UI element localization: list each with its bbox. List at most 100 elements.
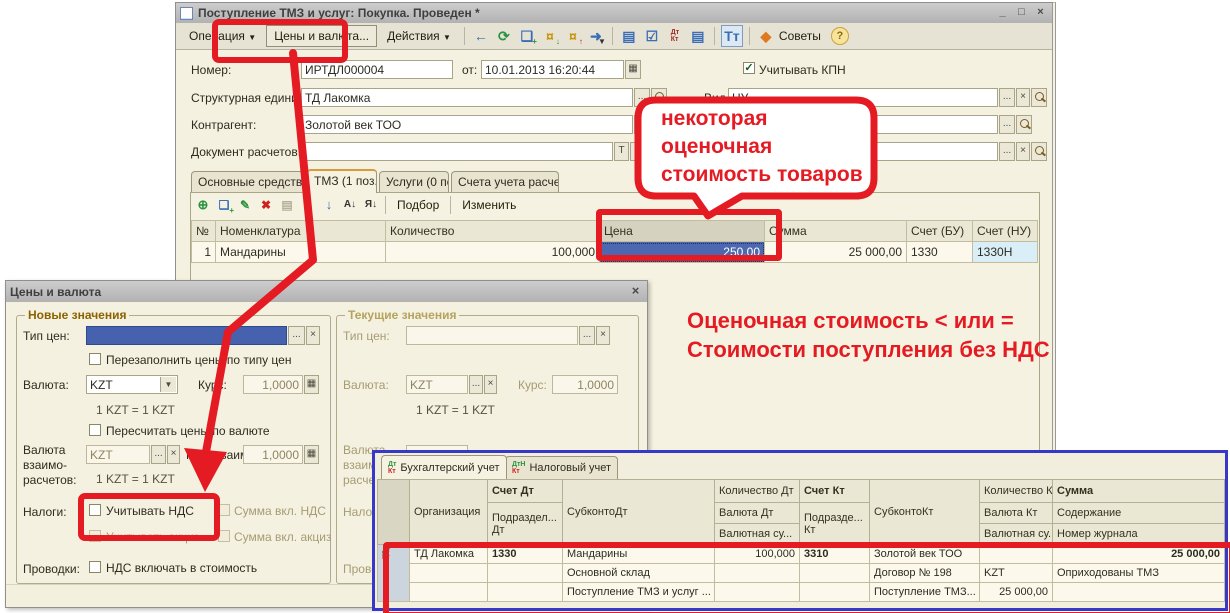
main-window-titlebar[interactable]: Поступление ТМЗ и услуг: Покупка. Провед… (176, 3, 1052, 23)
dtkt-postings-icon[interactable]: ДтКт (665, 26, 685, 46)
checklist-icon[interactable]: ☑ (642, 26, 662, 46)
tab-fixed-assets[interactable]: Основные средства (0 поз.) (191, 171, 305, 193)
structural-unit-field[interactable]: ТД Лакомка (301, 88, 633, 107)
copy-document-icon[interactable]: ❏+ (517, 26, 537, 46)
ellipsis-button[interactable]: ... (999, 88, 1015, 107)
add-row-icon[interactable]: ⊕ (193, 195, 213, 215)
cell-debit-cur-sum[interactable] (715, 583, 800, 602)
cell-nu[interactable]: 1330Н (973, 242, 1038, 263)
cell-credit-subconto3[interactable]: Поступление ТМЗ... (870, 583, 980, 602)
refresh-icon[interactable]: ⟳ (494, 26, 514, 46)
nu-kind-field[interactable]: НУ (728, 88, 998, 107)
sort-asc-icon[interactable]: А↓ (340, 195, 360, 215)
ellipsis-button[interactable]: ... (634, 88, 650, 107)
cell-debit-currency[interactable] (715, 564, 800, 583)
cell-credit-account[interactable]: 3310 (800, 545, 870, 564)
post-document-icon[interactable]: ← (471, 26, 491, 46)
cell-qty[interactable]: 100,000 (386, 242, 600, 263)
clear-icon[interactable]: × (1016, 88, 1030, 107)
cell-price-selected[interactable]: 250,00 (600, 242, 765, 263)
cell-credit-currency[interactable]: KZT (980, 564, 1053, 583)
type-button[interactable]: T (614, 142, 629, 161)
number-field[interactable]: ИРТДЛ000004 (301, 60, 453, 79)
close-button[interactable]: × (1033, 6, 1048, 20)
cell-sum1[interactable]: 25 000,00 (1053, 545, 1225, 564)
vat-in-cost-checkbox[interactable] (89, 561, 101, 573)
cell-debit-account[interactable]: 1330 (488, 545, 563, 564)
search-icon[interactable] (651, 115, 667, 134)
cell-credit-subconto2[interactable]: Договор № 198 (870, 564, 980, 583)
cell-debit-subconto3[interactable]: Поступление ТМЗ и услуг ... (563, 583, 715, 602)
cell-org2[interactable] (410, 564, 488, 583)
col-item[interactable]: Номенклатура (216, 221, 386, 242)
go-to-icon[interactable]: ➜▼ (586, 26, 606, 46)
calculator-icon[interactable]: ▦ (304, 445, 319, 464)
cell-num[interactable]: 1 (192, 242, 216, 263)
mutual-currency-combo[interactable]: KZT (86, 445, 150, 464)
prices-currency-button[interactable]: Цены и валюта... (266, 25, 377, 47)
cell-credit-qty3[interactable]: 25 000,00 (980, 583, 1053, 602)
search-icon[interactable] (1031, 142, 1047, 161)
tab-accounting[interactable]: ДтКт Бухгалтерский учет (381, 455, 507, 479)
tips-button[interactable]: Советы (779, 26, 828, 46)
cell-item[interactable]: Мандарины (216, 242, 386, 263)
ellipsis-button[interactable]: ... (999, 142, 1015, 161)
tab-tax[interactable]: ДтНКт Налоговый учет (505, 456, 618, 479)
calculator-icon[interactable]: ▦ (304, 375, 319, 394)
report-icon[interactable]: ▤ (688, 26, 708, 46)
pick-button[interactable]: Подбор (390, 195, 446, 215)
actions-menu[interactable]: Действия ▼ (380, 26, 458, 46)
clear-icon[interactable]: × (306, 326, 320, 345)
list-settings-icon[interactable]: ▤ (619, 26, 639, 46)
cell-debit-subconto2[interactable]: Основной склад (563, 564, 715, 583)
price-type-field[interactable] (86, 326, 287, 345)
sort-desc-icon[interactable]: Я↓ (361, 195, 381, 215)
operation-menu[interactable]: Операция ▼ (182, 26, 263, 46)
cell-credit-qty1[interactable] (980, 545, 1053, 564)
change-button[interactable]: Изменить (455, 195, 523, 215)
cell-debit-acc3[interactable] (488, 583, 563, 602)
posting-row-icon[interactable]: ДтКт (378, 545, 410, 602)
cell-credit-department[interactable] (800, 564, 870, 583)
cell-credit-subconto1[interactable]: Золотой век ТОО (870, 545, 980, 564)
ellipsis-button[interactable]: ... (634, 115, 650, 134)
contractor-field[interactable]: Золотой век ТОО (301, 115, 633, 134)
edit-row-icon[interactable]: ✎ (235, 195, 255, 215)
settlement-doc-field[interactable] (301, 142, 613, 161)
copy-row-icon[interactable]: ❏+ (214, 195, 234, 215)
cell-debit-department[interactable] (488, 564, 563, 583)
dialog-close-button[interactable]: × (628, 285, 643, 299)
cell-sum[interactable]: 25 000,00 (765, 242, 907, 263)
tab-accounts[interactable]: Счета учета расче (451, 171, 559, 193)
cell-content[interactable]: Оприходованы ТМЗ (1053, 564, 1225, 583)
row3-right-field[interactable] (728, 115, 998, 134)
refill-prices-checkbox[interactable] (89, 353, 101, 365)
ellipsis-button[interactable]: ... (151, 445, 166, 464)
search-icon[interactable] (1016, 115, 1032, 134)
col-sum[interactable]: Сумма (765, 221, 907, 242)
recalc-prices-checkbox[interactable] (89, 424, 101, 436)
maximize-button[interactable]: □ (1014, 6, 1029, 20)
clear-icon[interactable]: × (630, 142, 645, 161)
clear-icon[interactable]: × (167, 445, 180, 464)
tab-services[interactable]: Услуги (0 поз.) (379, 171, 449, 193)
search-icon[interactable] (1031, 88, 1047, 107)
tab-tmz[interactable]: ТМЗ (1 поз.) (307, 169, 377, 193)
vat-checkbox[interactable] (89, 504, 101, 516)
cell-credit-acc3[interactable] (800, 583, 870, 602)
cell-journal[interactable] (1053, 583, 1225, 602)
calendar-icon[interactable]: ▦ (625, 60, 641, 79)
goods-return-icon[interactable]: ¤↑ (563, 26, 583, 46)
totals-icon[interactable]: Тт (721, 25, 743, 47)
search-icon[interactable] (651, 88, 667, 107)
minimize-button[interactable]: _ (995, 6, 1010, 20)
currency-combo[interactable]: KZT▼ (86, 375, 178, 394)
row4-right-field[interactable] (728, 142, 998, 161)
goods-receipt-icon[interactable]: ¤↓ (540, 26, 560, 46)
delete-row-icon[interactable]: ✖ (256, 195, 276, 215)
kpn-checkbox[interactable]: ✓ (743, 62, 755, 74)
cell-org[interactable]: ТД Лакомка (410, 545, 488, 564)
col-nu[interactable]: Счет (НУ) (973, 221, 1038, 242)
ellipsis-button[interactable]: ... (999, 115, 1015, 134)
cell-debit-subconto1[interactable]: Мандарины (563, 545, 715, 564)
